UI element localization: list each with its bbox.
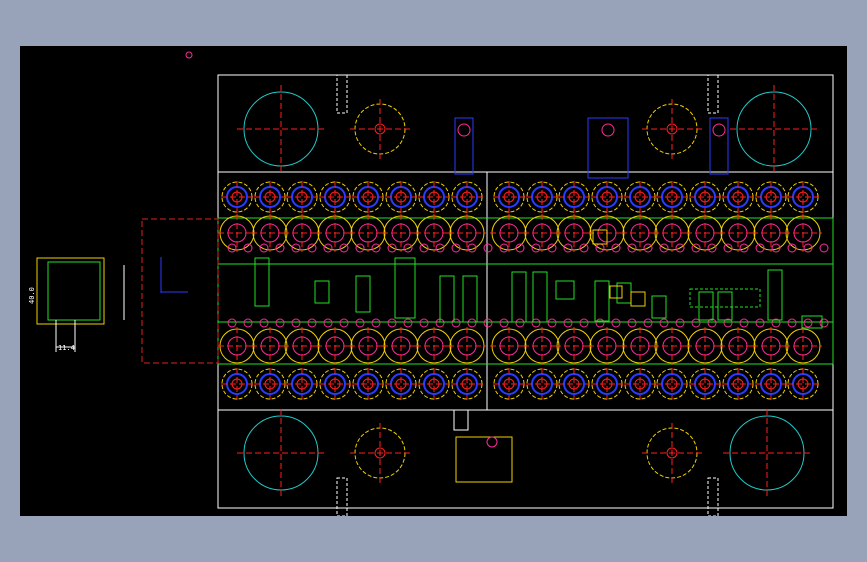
- guide-slot-hole-0: [457, 123, 471, 137]
- spring-plunger-2: [336, 477, 348, 516]
- pilot-bottom-328: [323, 318, 333, 328]
- pierce-station-2: [609, 285, 623, 299]
- blank-height-dimension: 11.4: [58, 344, 75, 352]
- punch-station-3: [394, 257, 416, 319]
- punch-station-0: [254, 257, 270, 307]
- die-layout-drawing: 40.0 11.4: [28, 51, 834, 516]
- pilot-bottom-552: [547, 318, 557, 328]
- pierce-station-1: [630, 291, 646, 307]
- feed-frame: [141, 218, 219, 364]
- pilot-bottom-360: [355, 318, 365, 328]
- spring-plunger-1: [707, 74, 719, 114]
- spring-plunger-0: [336, 74, 348, 114]
- cylinder-port: [486, 436, 498, 448]
- bolt-holes: [218, 181, 829, 400]
- pilot-bottom-424: [419, 318, 429, 328]
- pilot-bottom-280: [275, 318, 285, 328]
- punch-station-11: [651, 295, 667, 319]
- punch-station-14: [767, 269, 783, 321]
- guide-plates: [237, 85, 818, 497]
- guide-slot-hole-2: [712, 123, 726, 137]
- pilot-bottom-264: [259, 318, 269, 328]
- pilot-bottom-616: [611, 318, 621, 328]
- pilot-bottom-600: [595, 318, 605, 328]
- pilot-bottom-312: [307, 318, 317, 328]
- punch-station-5: [462, 275, 478, 323]
- pilot-bottom-792: [787, 318, 797, 328]
- punch-station-1: [314, 280, 330, 304]
- pilot-bottom-392: [387, 318, 397, 328]
- guide-slot-hole-1: [601, 123, 615, 137]
- pilot-bottom-632: [627, 318, 637, 328]
- pilot-bottom-744: [739, 318, 749, 328]
- pilot-bottom-296: [291, 318, 301, 328]
- pilot-bottom-568: [563, 318, 573, 328]
- blank-width-dimension: 40.0: [28, 287, 36, 304]
- spring-plunger-3: [707, 477, 719, 516]
- guide-slot-2: [709, 117, 729, 175]
- pilot-bottom-520: [515, 318, 525, 328]
- punch-station-13: [717, 291, 733, 321]
- blank-outline: [36, 257, 105, 325]
- pilot-top-824: [819, 243, 829, 253]
- punch-station-7: [532, 271, 548, 323]
- pilot-bottom-248: [243, 318, 253, 328]
- pilot-top-488: [483, 243, 493, 253]
- pilot-bottom-504: [499, 318, 509, 328]
- pilot-bottom-824: [819, 318, 829, 328]
- punch-station-4: [439, 275, 455, 323]
- pilot-bottom-456: [451, 318, 461, 328]
- pilot-bottom-376: [371, 318, 381, 328]
- blank-profile: [47, 261, 101, 321]
- pilot-bottom-680: [675, 318, 685, 328]
- cad-drawing-canvas[interactable]: 40.0 11.4: [20, 46, 847, 516]
- pilot-bottom-664: [659, 318, 669, 328]
- pilot-bottom-760: [755, 318, 765, 328]
- blank-detail: 40.0 11.4: [28, 218, 219, 364]
- punch-station-12: [698, 291, 714, 321]
- cylinder-rod: [453, 409, 469, 431]
- guide-slot-0: [454, 117, 474, 175]
- punch-station-9: [594, 280, 610, 322]
- punch-station-8: [555, 280, 575, 300]
- punch-station-2: [355, 275, 371, 313]
- misc-features: [185, 51, 729, 516]
- pilot-bottom-408: [403, 318, 413, 328]
- cylinder-body: [455, 436, 513, 483]
- pilot-bottom-648: [643, 318, 653, 328]
- guide-slot-1: [587, 117, 629, 179]
- pilot-bottom-232: [227, 318, 237, 328]
- pilot-bottom-808: [803, 318, 813, 328]
- pilot-bottom-488: [483, 318, 493, 328]
- origin-marker: [185, 51, 193, 59]
- pilot-bottom-344: [339, 318, 349, 328]
- punch-station-6: [511, 271, 527, 323]
- pilot-bottom-472: [467, 318, 477, 328]
- pilot-bottom-584: [579, 318, 589, 328]
